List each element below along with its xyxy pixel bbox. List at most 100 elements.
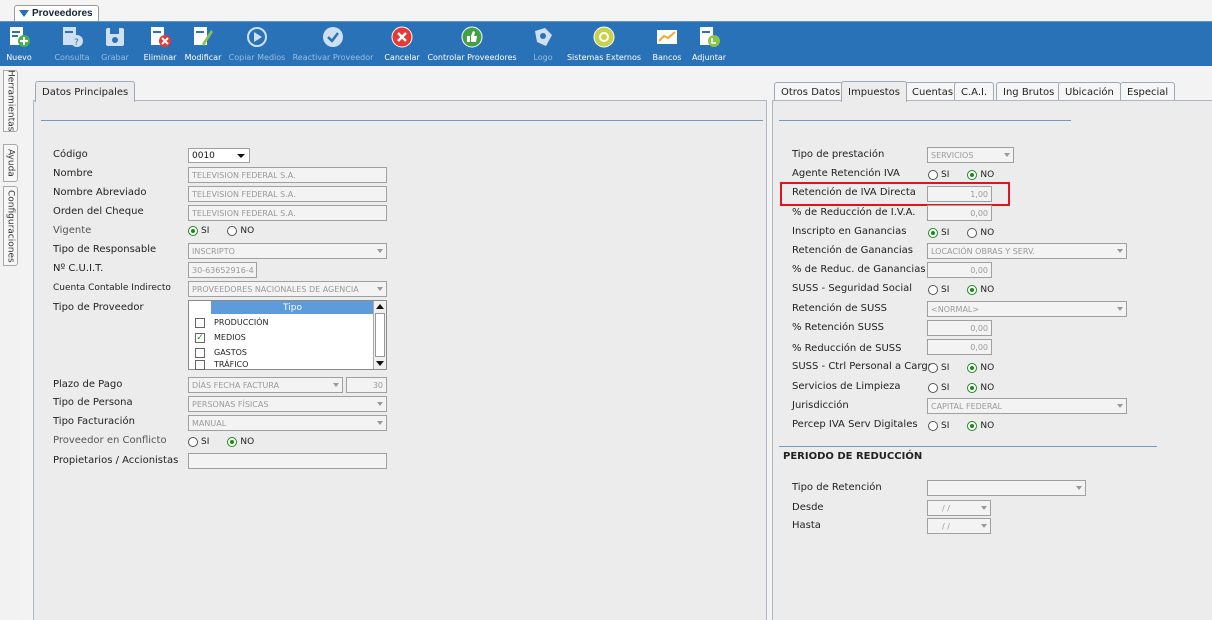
nombre-abreviado-label: Nombre Abreviado <box>53 187 147 198</box>
desde-date-field[interactable]: / / <box>927 500 991 516</box>
chevron-down-icon <box>377 287 383 291</box>
grid-row-trafico[interactable]: TRÁFICO <box>189 359 374 370</box>
pct-reduccion-suss-field[interactable]: 0,00 <box>927 339 992 355</box>
grid-row-label: MEDIOS <box>214 333 246 342</box>
side-tab-help[interactable]: Ayuda <box>3 144 18 182</box>
suss-ctrl-personal-label: SUSS - Ctrl Personal a Cargo <box>792 361 934 372</box>
external-systems-button-label: Sistemas Externos <box>566 53 642 62</box>
divider <box>41 120 763 121</box>
reduccion-iva-value: 0,00 <box>970 208 988 218</box>
cuenta-contable-select[interactable]: PROVEEDORES NACIONALES DE AGENCIA <box>188 281 387 297</box>
agente-iva-no-radio[interactable]: NO <box>967 170 994 180</box>
tab-proveedores[interactable]: Proveedores <box>14 5 99 21</box>
tipo-responsable-select[interactable]: INSCRIPTO <box>188 243 387 259</box>
save-button[interactable]: Grabar <box>98 23 132 65</box>
conflicto-no-radio[interactable]: NO <box>227 437 254 447</box>
agente-iva-si-radio[interactable]: SI <box>928 170 949 180</box>
attach-button[interactable]: Adjuntar <box>690 23 728 65</box>
copy-media-button[interactable]: Copiar Medios <box>228 23 286 65</box>
vigente-no-radio[interactable]: NO <box>227 226 254 236</box>
external-systems-button[interactable]: Sistemas Externos <box>565 23 643 65</box>
toolbar: Nuevo ? Consulta Grabar Eliminar Modific… <box>0 21 1212 66</box>
nombre-abreviado-field[interactable]: TELEVISION FEDERAL S.A. <box>188 186 387 202</box>
codigo-select[interactable]: 0010 <box>188 148 250 163</box>
chevron-down-icon <box>1117 404 1123 408</box>
limpieza-si-radio[interactable]: SI <box>928 383 949 393</box>
suss-ctrl-si-radio[interactable]: SI <box>928 363 949 373</box>
vigente-si-radio[interactable]: SI <box>188 226 209 236</box>
tab-ubicacion[interactable]: Ubicación <box>1058 82 1121 102</box>
jurisdiccion-select[interactable]: CAPITAL FEDERAL <box>927 398 1127 414</box>
reduccion-ganancias-field[interactable]: 0,00 <box>927 262 992 278</box>
chevron-down-icon <box>377 402 383 406</box>
tab-impuestos[interactable]: Impuestos <box>841 81 907 102</box>
tab-cai[interactable]: C.A.I. <box>954 82 995 102</box>
window-tab-icon <box>19 10 29 17</box>
checkbox-unchecked-icon[interactable] <box>195 347 205 358</box>
reactivate-button[interactable]: Reactivar Proveedor <box>291 23 375 65</box>
thumbs-up-icon <box>461 26 483 48</box>
new-button-label: Nuevo <box>6 53 32 62</box>
ganancias-si-radio[interactable]: SI <box>928 228 949 238</box>
chevron-down-icon <box>981 524 987 528</box>
delete-button[interactable]: Eliminar <box>141 23 179 65</box>
suss-si-radio[interactable]: SI <box>928 285 949 295</box>
ganancias-no-radio[interactable]: NO <box>967 228 994 238</box>
retencion-suss-label: Retención de SUSS <box>792 303 888 314</box>
modify-button[interactable]: Modificar <box>182 23 224 65</box>
tipo-retencion-label: Tipo de Retención <box>792 482 882 493</box>
retencion-ganancias-select[interactable]: LOCACIÓN OBRAS Y SERV. <box>927 243 1127 259</box>
cancel-button[interactable]: Cancelar <box>382 23 422 65</box>
checkbox-unchecked-icon[interactable] <box>195 317 205 328</box>
side-tab-settings[interactable]: Configuraciones <box>3 186 18 266</box>
checkbox-checked-icon[interactable]: ✓ <box>195 332 205 343</box>
control-providers-button[interactable]: Controlar Proveedores <box>425 23 519 65</box>
suss-no-radio[interactable]: NO <box>967 285 994 295</box>
reduccion-iva-field[interactable]: 0,00 <box>927 205 992 221</box>
grid-row-gastos[interactable]: GASTOS <box>189 345 374 360</box>
tipo-prestacion-select[interactable]: SERVICIOS <box>927 147 1014 163</box>
hasta-date-field[interactable]: / / <box>927 518 991 534</box>
suss-radio-group: SI NO <box>928 285 1012 295</box>
suss-ctrl-no-radio[interactable]: NO <box>967 363 994 373</box>
grid-row-medios[interactable]: ✓ MEDIOS <box>189 330 374 345</box>
percep-no-radio[interactable]: NO <box>967 421 994 431</box>
pct-retencion-suss-field[interactable]: 0,00 <box>927 320 992 336</box>
tab-datos-principales[interactable]: Datos Principales <box>35 81 136 102</box>
orden-cheque-field[interactable]: TELEVISION FEDERAL S.A. <box>188 205 387 221</box>
tab-cuentas[interactable]: Cuentas <box>905 82 961 102</box>
tipo-persona-select[interactable]: PERSONAS FÍSICAS <box>188 396 387 412</box>
banks-button-label: Bancos <box>652 53 682 62</box>
scroll-thumb[interactable] <box>375 313 385 357</box>
plazo-pago-select[interactable]: DÍAS FECHA FACTURA <box>188 377 343 393</box>
tab-ing-brutos[interactable]: Ing Brutos <box>996 82 1062 102</box>
tab-otros-datos[interactable]: Otros Datos <box>774 82 848 102</box>
grid-scrollbar[interactable] <box>373 301 386 369</box>
limpieza-no-radio[interactable]: NO <box>967 383 994 393</box>
radio-icon <box>928 383 938 393</box>
query-button[interactable]: ? Consulta <box>52 23 92 65</box>
logo-button[interactable]: Logo <box>529 23 557 65</box>
pct-reduccion-suss-value: 0,00 <box>970 342 988 352</box>
plazo-pago-value: DÍAS FECHA FACTURA <box>192 380 280 390</box>
checkbox-unchecked-icon[interactable] <box>195 359 205 370</box>
scroll-up-icon[interactable] <box>376 304 384 309</box>
tab-especial[interactable]: Especial <box>1120 82 1176 102</box>
plazo-dias-field[interactable]: 30 <box>346 377 387 393</box>
grid-row-produccion[interactable]: PRODUCCIÓN <box>189 315 374 330</box>
retencion-suss-select[interactable]: <NORMAL> <box>927 301 1127 317</box>
tipo-facturacion-select[interactable]: MANUAL <box>188 415 387 431</box>
cuit-field[interactable]: 30-63652916-4 <box>188 262 257 278</box>
new-button[interactable]: Nuevo <box>4 23 34 65</box>
banks-button[interactable]: Bancos <box>649 23 685 65</box>
radio-icon <box>928 228 938 238</box>
copy-media-button-label: Copiar Medios <box>228 53 286 62</box>
nombre-field[interactable]: TELEVISION FEDERAL S.A. <box>188 167 387 183</box>
propietarios-field[interactable] <box>188 453 387 469</box>
conflicto-si-radio[interactable]: SI <box>188 437 209 447</box>
side-tab-tools[interactable]: Herramientas <box>3 70 18 132</box>
percep-si-radio[interactable]: SI <box>928 421 949 431</box>
tab-cai-label: C.A.I. <box>961 87 988 98</box>
tipo-retencion-select[interactable] <box>927 480 1086 496</box>
scroll-down-icon[interactable] <box>376 361 384 366</box>
